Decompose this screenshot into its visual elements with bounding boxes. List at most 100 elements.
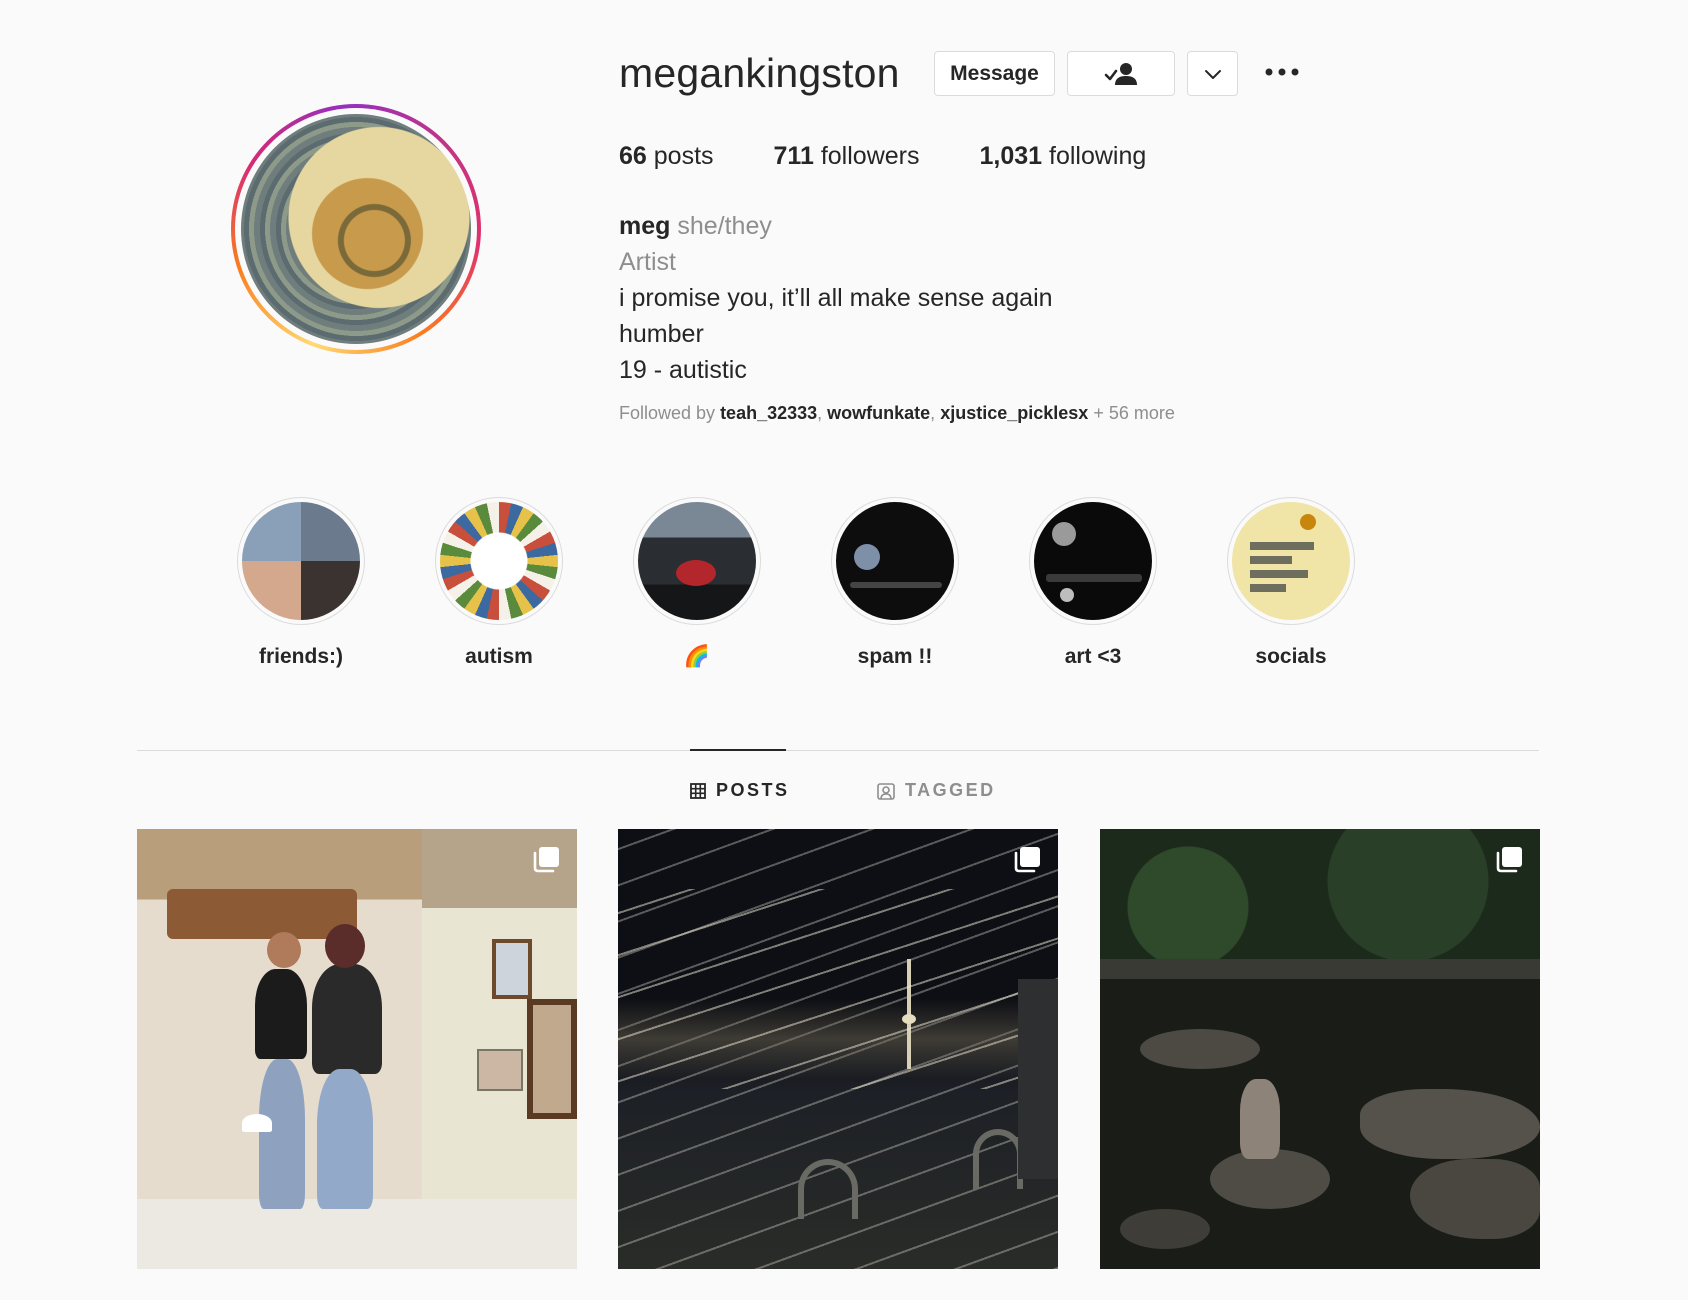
post-person-shape bbox=[1240, 1079, 1280, 1159]
highlight-ring bbox=[1227, 497, 1355, 625]
multiple-images-icon bbox=[533, 847, 559, 873]
highlight-cover bbox=[440, 502, 558, 620]
highlight-label: 🌈 bbox=[683, 645, 711, 668]
followed-by-prefix: Followed by bbox=[619, 403, 716, 423]
tab-tagged-label: TAGGED bbox=[905, 780, 996, 800]
highlight-label: friends:) bbox=[259, 645, 343, 668]
stat-posts-count: 66 bbox=[619, 142, 647, 170]
post-thumbnail[interactable] bbox=[137, 829, 577, 1269]
stat-followers-count: 711 bbox=[773, 142, 814, 170]
bio-name: meg bbox=[619, 212, 671, 240]
followed-by-user: teah_32333 bbox=[720, 403, 818, 423]
bio-line: 19 - autistic bbox=[619, 356, 747, 384]
followed-by-user: xjustice_picklesx bbox=[940, 403, 1089, 423]
post-building-shape bbox=[1018, 979, 1058, 1179]
stat-posts: 66 posts bbox=[619, 142, 714, 171]
followed-by-user: wowfunkate bbox=[827, 403, 931, 423]
avatar-image bbox=[241, 114, 471, 344]
highlight-item[interactable]: art <3 bbox=[994, 497, 1192, 669]
highlight-item[interactable]: spam !! bbox=[796, 497, 994, 669]
stat-following-label: following bbox=[1049, 142, 1147, 170]
suggested-dropdown-button[interactable] bbox=[1187, 51, 1238, 96]
bio-line: i promise you, it’ll all make sense agai… bbox=[619, 284, 1053, 312]
cover-bar-shape bbox=[1250, 542, 1314, 550]
active-tab-indicator bbox=[690, 749, 786, 751]
highlight-ring bbox=[237, 497, 365, 625]
highlight-item[interactable]: 🌈 bbox=[598, 497, 796, 669]
following-button[interactable] bbox=[1067, 51, 1175, 96]
tabs-divider bbox=[137, 750, 1539, 751]
stat-followers-label: followers bbox=[820, 142, 920, 170]
tagged-icon bbox=[877, 782, 895, 800]
highlight-label: art <3 bbox=[1064, 645, 1122, 668]
profile-stats: 66 posts 711 followers 1,031 following bbox=[619, 142, 1206, 171]
post-thumbnail[interactable] bbox=[1100, 829, 1540, 1269]
multiple-images-icon bbox=[1496, 847, 1522, 873]
post-floor-shape bbox=[137, 1199, 577, 1269]
post-thumbnail[interactable] bbox=[618, 829, 1058, 1269]
highlight-cover bbox=[1034, 502, 1152, 620]
highlight-ring bbox=[831, 497, 959, 625]
highlight-cover bbox=[242, 502, 360, 620]
followed-by-more: + 56 more bbox=[1093, 403, 1175, 423]
post-frame-shape bbox=[527, 999, 577, 1119]
highlight-ring bbox=[633, 497, 761, 625]
post-person-shape bbox=[312, 964, 382, 1074]
post-person-shape bbox=[255, 969, 307, 1059]
highlight-item[interactable]: autism bbox=[400, 497, 598, 669]
tab-posts-label: POSTS bbox=[716, 780, 790, 800]
bio-pronouns: she/they bbox=[677, 212, 772, 240]
stat-following[interactable]: 1,031 following bbox=[979, 142, 1146, 171]
following-person-check-icon bbox=[1104, 62, 1137, 85]
multiple-images-icon bbox=[1014, 847, 1040, 873]
highlight-cover bbox=[638, 502, 756, 620]
highlight-ring bbox=[435, 497, 563, 625]
followed-by[interactable]: Followed by teah_32333, wowfunkate, xjus… bbox=[619, 403, 1175, 424]
bio-line: humber bbox=[619, 320, 704, 348]
highlight-label: spam !! bbox=[857, 645, 933, 668]
post-railing-shape bbox=[973, 1129, 1023, 1189]
post-face-shape bbox=[267, 932, 301, 968]
cover-bar-shape bbox=[1046, 574, 1142, 582]
highlight-ring bbox=[1029, 497, 1157, 625]
highlight-cover bbox=[1232, 502, 1350, 620]
post-person-shape bbox=[259, 1059, 305, 1209]
bio-name-row: meg she/they bbox=[619, 208, 1053, 244]
highlight-label: socials bbox=[1255, 645, 1327, 668]
highlight-item[interactable]: socials bbox=[1192, 497, 1390, 669]
tab-tagged[interactable]: TAGGED bbox=[877, 780, 996, 801]
decal-shape bbox=[676, 560, 716, 586]
cover-avatar-shape bbox=[854, 544, 880, 570]
post-frame-shape bbox=[492, 939, 532, 999]
highlight-label: autism bbox=[465, 645, 533, 668]
avatar-border bbox=[235, 108, 477, 350]
bio-category: Artist bbox=[619, 248, 676, 276]
stat-followers[interactable]: 711 followers bbox=[774, 142, 920, 171]
stat-posts-label: posts bbox=[653, 142, 714, 170]
chevron-down-icon bbox=[1204, 69, 1221, 79]
cover-dot-shape bbox=[1060, 588, 1074, 602]
post-face-shape bbox=[325, 924, 365, 968]
profile-bio: meg she/they Artist i promise you, it’ll… bbox=[619, 208, 1053, 388]
cover-bar-shape bbox=[850, 582, 942, 588]
message-button[interactable]: Message bbox=[934, 51, 1055, 96]
story-highlights: friends:) autism 🌈 spam !! art <3 social… bbox=[202, 497, 1390, 669]
cover-sun-shape bbox=[1300, 514, 1316, 530]
post-railing-shape bbox=[798, 1159, 858, 1219]
stat-following-count: 1,031 bbox=[979, 142, 1043, 170]
cover-bar-shape bbox=[1250, 556, 1292, 564]
options-button[interactable] bbox=[1262, 56, 1302, 88]
tab-posts[interactable]: POSTS bbox=[690, 780, 790, 801]
highlight-item[interactable]: friends:) bbox=[202, 497, 400, 669]
post-person-shape bbox=[317, 1069, 373, 1209]
post-lamp-shape bbox=[242, 1114, 272, 1132]
post-rock-shape bbox=[1120, 1209, 1210, 1249]
profile-avatar[interactable] bbox=[231, 104, 481, 354]
profile-username: megankingston bbox=[619, 50, 900, 96]
cover-bar-shape bbox=[1250, 584, 1286, 592]
cover-avatar-shape bbox=[1052, 522, 1076, 546]
post-forest-shape bbox=[1100, 829, 1540, 959]
post-frame-shape bbox=[477, 1049, 523, 1091]
post-light-streaks-shape bbox=[618, 889, 1058, 1089]
cover-bar-shape bbox=[1250, 570, 1308, 578]
